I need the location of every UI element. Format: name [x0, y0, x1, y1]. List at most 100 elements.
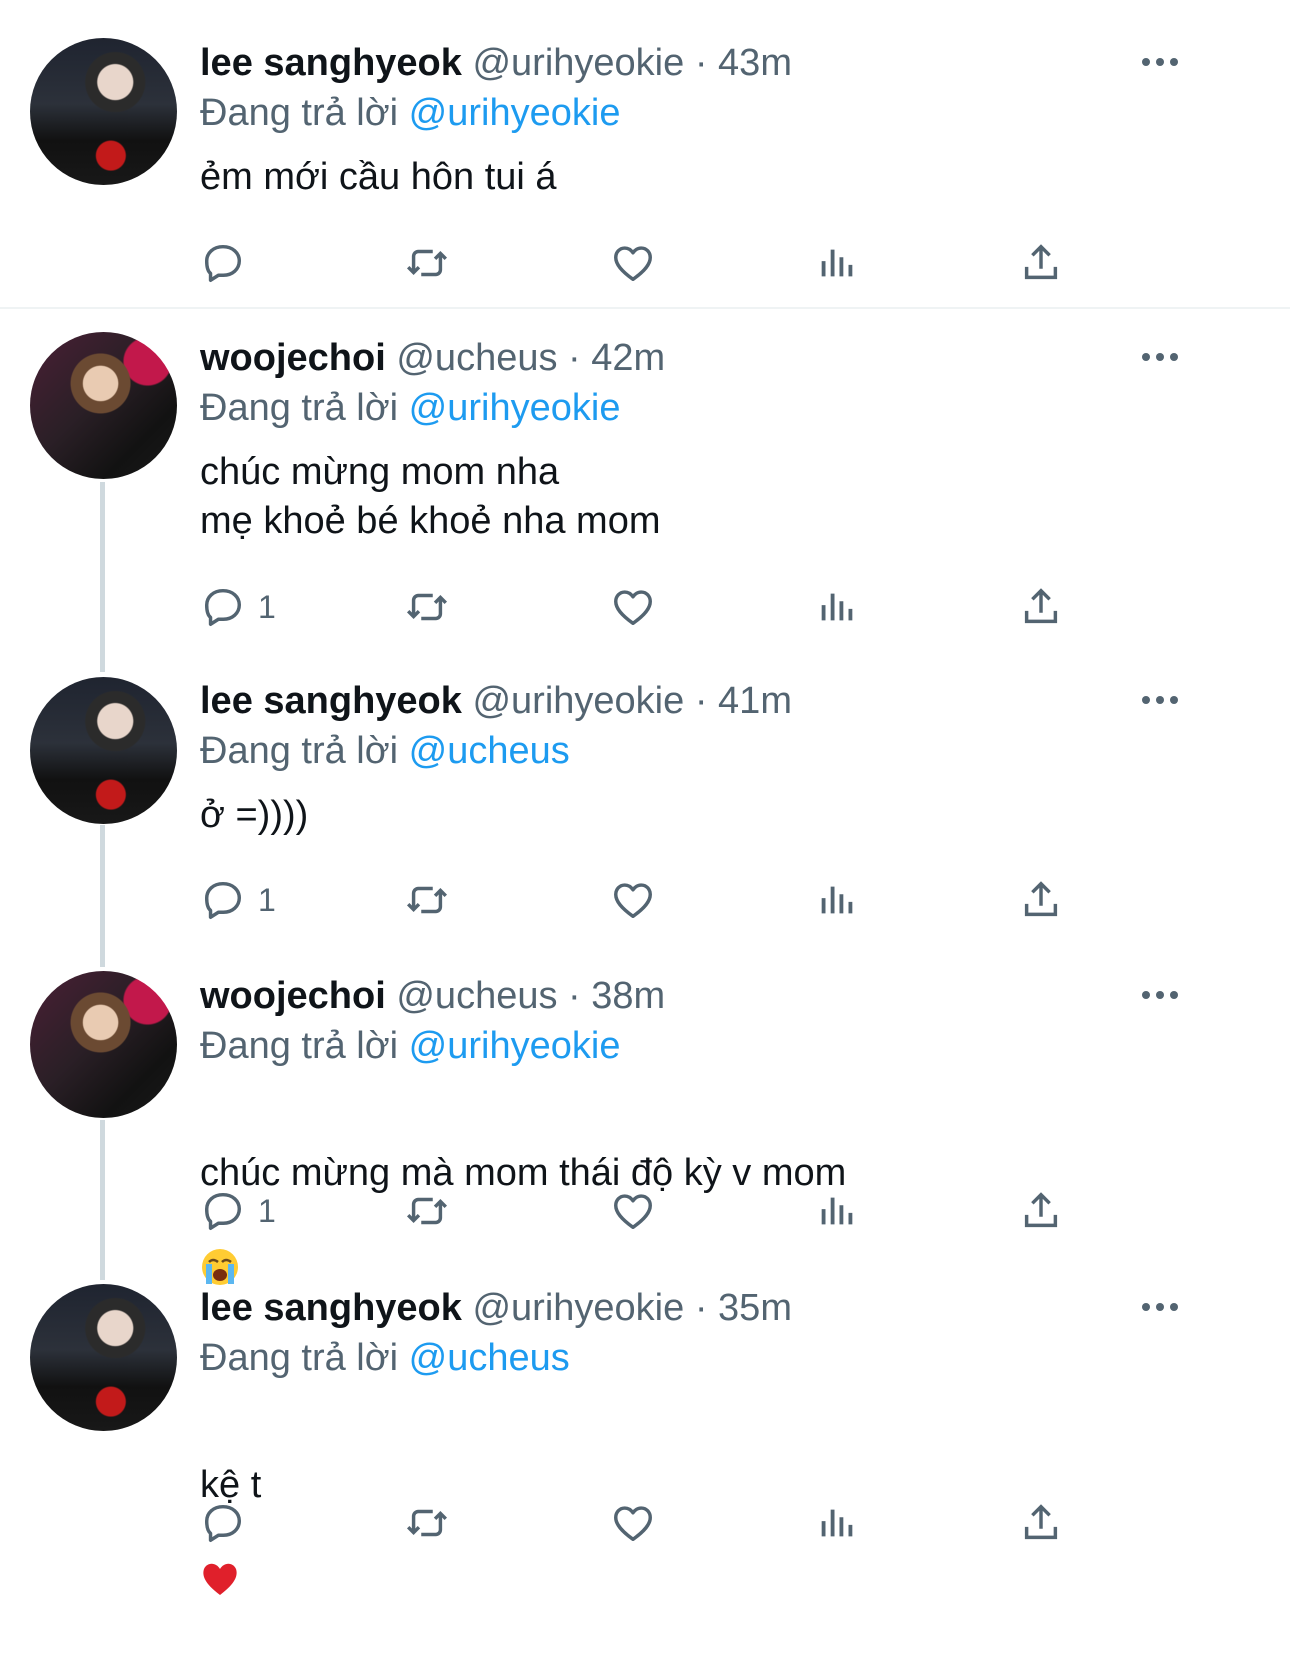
user-handle[interactable]: @urihyeokie — [472, 680, 684, 722]
reply-prefix: Đang trả lời — [200, 387, 399, 429]
views-button[interactable] — [814, 875, 860, 925]
more-icon[interactable] — [1142, 353, 1178, 363]
share-button[interactable] — [1018, 1498, 1064, 1548]
reply-mention-link[interactable]: @urihyeokie — [409, 387, 621, 429]
reply-mention-link[interactable]: @urihyeokie — [409, 92, 621, 134]
reply-button[interactable]: 1 — [200, 875, 276, 925]
retweet-button[interactable] — [404, 582, 450, 632]
retweet-button[interactable] — [404, 1186, 450, 1236]
avatar[interactable] — [30, 677, 177, 824]
like-button[interactable] — [610, 1498, 656, 1548]
like-button[interactable] — [610, 1186, 656, 1236]
tweet-text: chúc mừng mom nha mẹ khoẻ bé khoẻ nha mo… — [200, 451, 661, 542]
reply-count: 1 — [258, 881, 276, 918]
reply-mention-link[interactable]: @urihyeokie — [409, 1025, 621, 1067]
action-bar — [0, 1498, 1290, 1548]
divider — [0, 307, 1290, 309]
timestamp[interactable]: 35m — [718, 1287, 792, 1329]
retweet-button[interactable] — [404, 238, 450, 288]
share-button[interactable] — [1018, 238, 1064, 288]
reply-context: Đang trả lời @ucheus — [200, 1335, 570, 1381]
reply-count: 1 — [258, 588, 276, 625]
reply-icon — [200, 584, 246, 630]
tweet-text: ẻm mới cầu hôn tui á — [200, 156, 557, 198]
like-button[interactable] — [610, 875, 656, 925]
tweet[interactable]: woojechoi @ucheus · 38m Đang trả lời @ur… — [0, 948, 1290, 1285]
display-name[interactable]: lee sanghyeok — [200, 42, 462, 84]
share-icon — [1018, 240, 1064, 286]
more-icon[interactable] — [1142, 696, 1178, 706]
views-button[interactable] — [814, 238, 860, 288]
reply-prefix: Đang trả lời — [200, 92, 399, 134]
more-icon[interactable] — [1142, 1303, 1178, 1313]
retweet-button[interactable] — [404, 1498, 450, 1548]
avatar[interactable] — [30, 971, 177, 1118]
views-button[interactable] — [814, 582, 860, 632]
timestamp[interactable]: 41m — [718, 680, 792, 722]
reply-button[interactable]: 1 — [200, 582, 276, 632]
separator-dot: · — [694, 680, 708, 722]
user-handle[interactable]: @ucheus — [396, 337, 557, 379]
reply-context: Đang trả lời @urihyeokie — [200, 90, 620, 136]
timestamp[interactable]: 42m — [591, 337, 665, 379]
like-icon — [610, 1188, 656, 1234]
timestamp[interactable]: 43m — [718, 42, 792, 84]
retweet-icon — [404, 584, 450, 630]
user-handle[interactable]: @urihyeokie — [472, 1287, 684, 1329]
views-icon — [814, 1188, 860, 1234]
reply-icon — [200, 1188, 246, 1234]
retweet-button[interactable] — [404, 875, 450, 925]
display-name[interactable]: woojechoi — [200, 975, 386, 1017]
tweet[interactable]: woojechoi @ucheus · 42m Đang trả lời @ur… — [0, 310, 1290, 650]
user-handle[interactable]: @urihyeokie — [472, 42, 684, 84]
share-icon — [1018, 877, 1064, 923]
more-icon[interactable] — [1142, 58, 1178, 68]
display-name[interactable]: woojechoi — [200, 337, 386, 379]
like-button[interactable] — [610, 582, 656, 632]
reply-mention-link[interactable]: @ucheus — [409, 730, 570, 772]
action-bar: 1 — [0, 875, 1290, 925]
action-bar: 1 — [0, 1186, 1290, 1236]
avatar[interactable] — [30, 332, 177, 479]
retweet-icon — [404, 1188, 450, 1234]
views-button[interactable] — [814, 1498, 860, 1548]
tweet-text: ở =)))) — [200, 794, 309, 836]
reply-button[interactable] — [200, 1498, 246, 1548]
reply-button[interactable]: 1 — [200, 1186, 276, 1236]
reply-prefix: Đang trả lời — [200, 730, 399, 772]
separator-dot: · — [568, 337, 581, 379]
tweet[interactable]: lee sanghyeok @urihyeokie · 43m Đang trả… — [0, 0, 1290, 310]
display-name[interactable]: lee sanghyeok — [200, 1287, 462, 1329]
share-button[interactable] — [1018, 1186, 1064, 1236]
action-bar — [0, 238, 1290, 288]
reply-prefix: Đang trả lời — [200, 1025, 399, 1067]
tweet[interactable]: lee sanghyeok @urihyeokie · 41m Đang trả… — [0, 653, 1290, 953]
more-icon[interactable] — [1142, 991, 1178, 1001]
views-icon — [814, 584, 860, 630]
reply-button[interactable] — [200, 238, 246, 288]
reply-icon — [200, 240, 246, 286]
reply-prefix: Đang trả lời — [200, 1337, 399, 1379]
avatar[interactable] — [30, 38, 177, 185]
tweet-header: lee sanghyeok @urihyeokie · 35m — [200, 1285, 792, 1331]
retweet-icon — [404, 240, 450, 286]
user-handle[interactable]: @ucheus — [396, 975, 557, 1017]
reply-context: Đang trả lời @ucheus — [200, 728, 570, 774]
display-name[interactable]: lee sanghyeok — [200, 680, 462, 722]
reply-icon — [200, 877, 246, 923]
views-icon — [814, 240, 860, 286]
tweet-header: woojechoi @ucheus · 42m — [200, 335, 665, 381]
reply-context: Đang trả lời @urihyeokie — [200, 1023, 620, 1069]
views-icon — [814, 877, 860, 923]
like-button[interactable] — [610, 238, 656, 288]
views-button[interactable] — [814, 1186, 860, 1236]
share-button[interactable] — [1018, 582, 1064, 632]
views-icon — [814, 1500, 860, 1546]
share-button[interactable] — [1018, 875, 1064, 925]
avatar[interactable] — [30, 1284, 177, 1431]
timestamp[interactable]: 38m — [591, 975, 665, 1017]
tweet[interactable]: lee sanghyeok @urihyeokie · 35m Đang trả… — [0, 1260, 1290, 1658]
like-icon — [610, 584, 656, 630]
reply-mention-link[interactable]: @ucheus — [409, 1337, 570, 1379]
share-icon — [1018, 1500, 1064, 1546]
